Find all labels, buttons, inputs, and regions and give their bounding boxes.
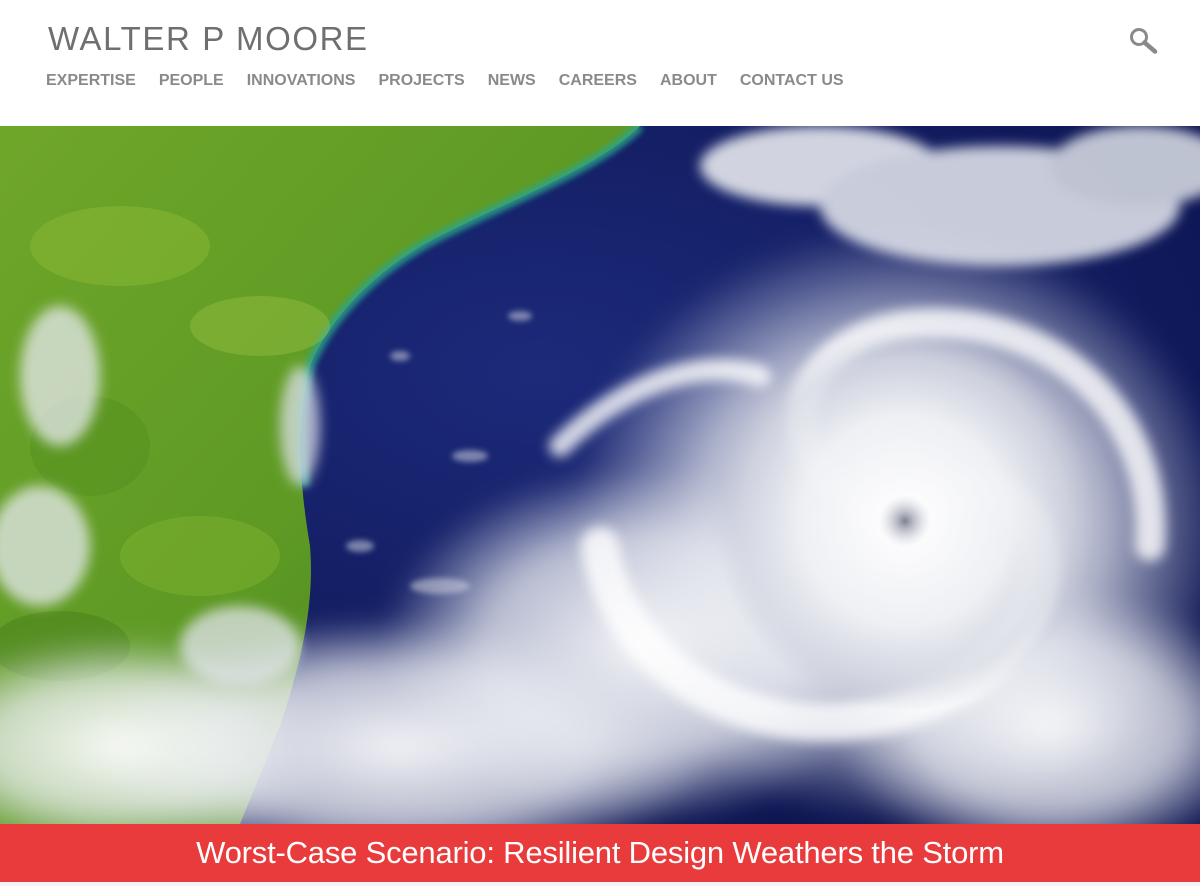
nav-item-innovations[interactable]: INNOVATIONS: [247, 72, 356, 90]
nav-item-contact-us[interactable]: CONTACT US: [740, 72, 844, 90]
footer-strip: [0, 882, 1200, 886]
main-nav: EXPERTISE PEOPLE INNOVATIONS PROJECTS NE…: [46, 72, 867, 90]
nav-item-about[interactable]: ABOUT: [660, 72, 717, 90]
hero-banner[interactable]: Worst-Case Scenario: Resilient Design We…: [0, 824, 1200, 882]
nav-item-careers[interactable]: CAREERS: [559, 72, 637, 90]
site-header: WALTER P MOORE EXPERTISE PEOPLE INNOVATI…: [0, 0, 1200, 126]
nav-item-projects[interactable]: PROJECTS: [378, 72, 464, 90]
search-button[interactable]: [1128, 26, 1160, 56]
hero-image: [0, 126, 1200, 824]
hurricane-satellite-image: [0, 126, 1200, 824]
nav-item-people[interactable]: PEOPLE: [159, 72, 224, 90]
nav-item-expertise[interactable]: EXPERTISE: [46, 72, 136, 90]
search-icon: [1130, 28, 1158, 54]
logo[interactable]: WALTER P MOORE: [48, 20, 369, 58]
banner-title: Worst-Case Scenario: Resilient Design We…: [196, 835, 1004, 870]
nav-item-news[interactable]: NEWS: [488, 72, 536, 90]
